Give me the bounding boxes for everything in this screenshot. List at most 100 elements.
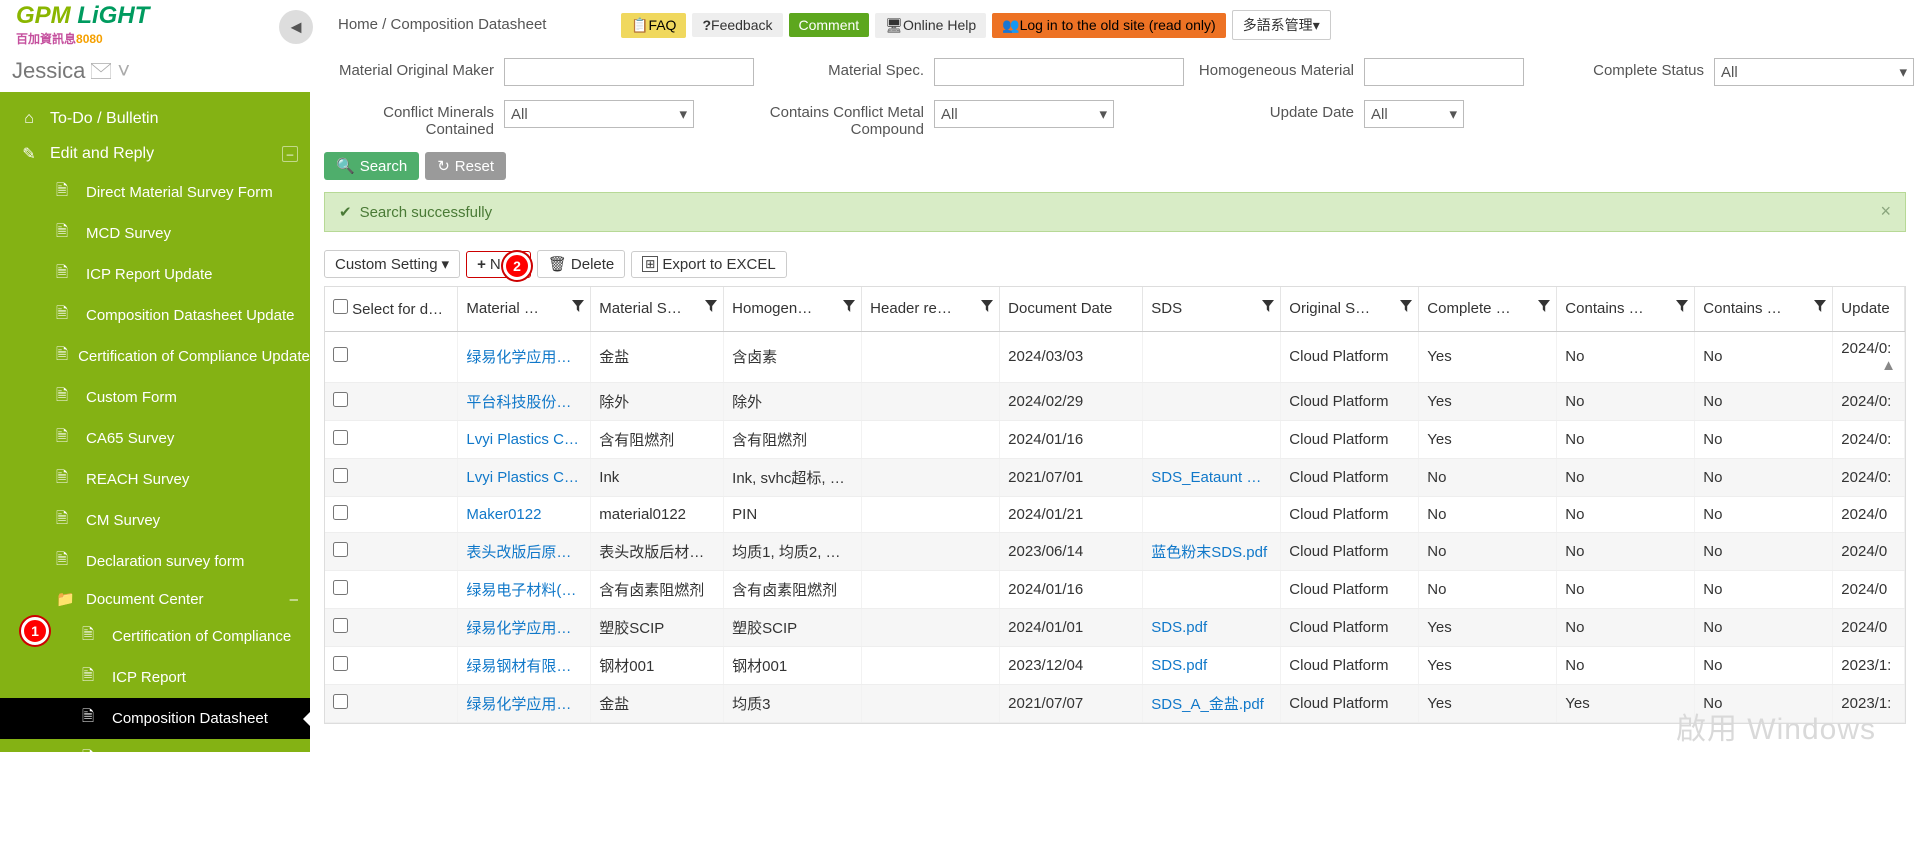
filter-icon[interactable] xyxy=(981,299,993,316)
filter-icon[interactable] xyxy=(1538,299,1550,316)
row-checkbox[interactable] xyxy=(333,505,348,520)
sds-link[interactable]: SDS.pdf xyxy=(1151,657,1207,674)
breadcrumb-home[interactable]: Home xyxy=(338,16,378,33)
maker-link[interactable]: Maker0122 xyxy=(466,506,541,523)
sidebar-item-dsf[interactable]: 🗎Declaration survey form xyxy=(0,541,310,582)
sidebar-item-reach[interactable]: 🗎REACH Survey xyxy=(0,459,310,500)
col-select[interactable]: Select for de… xyxy=(325,287,458,331)
sidebar-item-cocu[interactable]: 🗎Certification of Compliance Update xyxy=(0,336,310,377)
maker-link[interactable]: Lvyi Plastics C… xyxy=(466,431,579,448)
table-row[interactable]: Lvyi Plastics C…InkInk, svhc超标, …2021/07… xyxy=(325,458,1905,496)
row-checkbox[interactable] xyxy=(333,392,348,407)
sidebar-item-dms[interactable]: 🗎Direct Material Survey Form xyxy=(0,172,310,213)
sidebar-item-composition-datasheet[interactable]: 🗎Composition Datasheet xyxy=(0,698,310,739)
sidebar-item-todo[interactable]: ⌂To-Do / Bulletin xyxy=(0,102,310,136)
scroll-up-icon[interactable]: ▲ xyxy=(1881,357,1896,374)
sidebar-item-mcd[interactable]: 🗎MCD Survey xyxy=(0,213,310,254)
row-checkbox[interactable] xyxy=(333,656,348,671)
collapse-icon[interactable]: – xyxy=(282,146,298,162)
custom-setting-button[interactable]: Custom Setting▾ xyxy=(324,250,460,278)
comment-button[interactable]: Comment xyxy=(789,13,870,37)
maker-input[interactable] xyxy=(504,58,754,86)
table-row[interactable]: 平台科技股份…除外除外2024/02/29Cloud PlatformYesNo… xyxy=(325,382,1905,420)
table-row[interactable]: 绿易化学应用…金盐含卤素2024/03/03Cloud PlatformYesN… xyxy=(325,331,1905,382)
feedback-button[interactable]: ?Feedback xyxy=(692,13,782,37)
sidebar-item-icp[interactable]: 🗎ICP Report Update xyxy=(0,254,310,295)
filter-icon[interactable] xyxy=(1814,299,1826,316)
maker-link[interactable]: 绿易钢材有限… xyxy=(466,658,571,675)
col-sds[interactable]: SDS xyxy=(1143,287,1281,331)
sds-link[interactable]: SDS_A_金盐.pdf xyxy=(1151,696,1264,713)
maker-link[interactable]: 绿易化学应用… xyxy=(466,696,571,713)
table-row[interactable]: 绿易化学应用…金盐均质32021/07/07SDS_A_金盐.pdfCloud … xyxy=(325,684,1905,722)
sidebar-item-sys[interactable]: 🖥System Configuration– xyxy=(0,780,310,816)
login-old-site-button[interactable]: 👥Log in to the old site (read only) xyxy=(992,13,1226,38)
sds-link[interactable]: 蓝色粉末SDS.pdf xyxy=(1151,544,1267,561)
row-checkbox[interactable] xyxy=(333,468,348,483)
cmc-select[interactable]: All▾ xyxy=(504,100,694,128)
filter-icon[interactable] xyxy=(705,299,717,316)
sidebar-item-ca65[interactable]: 🗎CA65 Survey xyxy=(0,418,310,459)
maker-link[interactable]: Lvyi Plastics C… xyxy=(466,469,579,486)
sidebar-item-dc[interactable]: 📁Document Center– xyxy=(0,582,310,616)
sidebar-item-cdu[interactable]: 🗎Composition Datasheet Update xyxy=(0,295,310,336)
filter-icon[interactable] xyxy=(1676,299,1688,316)
maker-link[interactable]: 绿易化学应用… xyxy=(466,349,571,366)
row-checkbox[interactable] xyxy=(333,430,348,445)
maker-link[interactable]: 绿易化学应用… xyxy=(466,620,571,637)
table-row[interactable]: 绿易钢材有限…钢材001钢材0012023/12/04SDS.pdfCloud … xyxy=(325,646,1905,684)
filter-icon[interactable] xyxy=(572,299,584,316)
status-select[interactable]: All▾ xyxy=(1714,58,1914,86)
onlinehelp-button[interactable]: 🖥Online Help xyxy=(875,13,986,38)
select-all-checkbox[interactable] xyxy=(333,299,348,314)
col-c2[interactable]: Contains … xyxy=(1695,287,1833,331)
sds-link[interactable]: SDS_Eataunt … xyxy=(1151,469,1261,486)
search-button[interactable]: 🔍Search xyxy=(324,152,419,180)
col-hm[interactable]: Homogen… xyxy=(724,287,862,331)
col-maker[interactable]: Material … xyxy=(458,287,591,331)
row-checkbox[interactable] xyxy=(333,694,348,709)
back-button[interactable]: ◄ xyxy=(279,10,313,44)
ccmc-select[interactable]: All▾ xyxy=(934,100,1114,128)
sidebar-item-setup[interactable]: ⚙Setup xyxy=(0,816,310,850)
alert-close[interactable]: × xyxy=(1880,201,1891,222)
reset-button[interactable]: ↻Reset xyxy=(425,152,506,180)
maker-link[interactable]: 平台科技股份… xyxy=(466,394,571,411)
table-row[interactable]: 表头改版后原…表头改版后材…均质1, 均质2, …2023/06/14蓝色粉末S… xyxy=(325,532,1905,570)
col-c1[interactable]: Contains … xyxy=(1557,287,1695,331)
row-checkbox[interactable] xyxy=(333,347,348,362)
table-row[interactable]: 绿易化学应用…塑胶SCIP塑胶SCIP2024/01/01SDS.pdfClou… xyxy=(325,608,1905,646)
table-row[interactable]: Lvyi Plastics C…含有阻燃剂含有阻燃剂2024/01/16Clou… xyxy=(325,420,1905,458)
col-upd[interactable]: Update xyxy=(1833,287,1905,331)
col-cs[interactable]: Complete … xyxy=(1419,287,1557,331)
filter-icon[interactable] xyxy=(1400,299,1412,316)
row-checkbox[interactable] xyxy=(333,618,348,633)
row-checkbox[interactable] xyxy=(333,580,348,595)
hm-input[interactable] xyxy=(1364,58,1524,86)
ud-select[interactable]: All▾ xyxy=(1364,100,1464,128)
col-spec[interactable]: Material S… xyxy=(591,287,724,331)
table-row[interactable]: 绿易电子材料(…含有卤素阻燃剂含有卤素阻燃剂2024/01/16Cloud Pl… xyxy=(325,570,1905,608)
sidebar-item-edit[interactable]: ✎Edit and Reply– xyxy=(0,136,310,172)
export-button[interactable]: ⊞Export to EXCEL xyxy=(631,251,786,278)
sds-link[interactable]: SDS.pdf xyxy=(1151,619,1207,636)
spec-input[interactable] xyxy=(934,58,1184,86)
table-row[interactable]: Maker0122material0122PIN2024/01/21Cloud … xyxy=(325,496,1905,532)
language-dropdown[interactable]: 多語系管理▾ xyxy=(1232,10,1331,40)
maker-link[interactable]: 表头改版后原… xyxy=(466,544,571,561)
sidebar-item-docs[interactable]: 🗎Documents xyxy=(0,739,310,780)
filter-icon[interactable] xyxy=(1262,299,1274,316)
user-menu[interactable]: Jessica ˅ xyxy=(12,58,130,84)
faq-button[interactable]: 📋FAQ xyxy=(621,13,686,38)
filter-icon[interactable] xyxy=(843,299,855,316)
maker-link[interactable]: 绿易电子材料(… xyxy=(466,582,576,599)
sidebar-item-cf[interactable]: 🗎Custom Form xyxy=(0,377,310,418)
row-checkbox[interactable] xyxy=(333,542,348,557)
collapse-icon[interactable]: – xyxy=(282,790,298,806)
sidebar-item-icpr[interactable]: 🗎ICP Report xyxy=(0,657,310,698)
col-os[interactable]: Original S… xyxy=(1281,287,1419,331)
col-header[interactable]: Header re… xyxy=(862,287,1000,331)
sidebar-item-cm[interactable]: 🗎CM Survey xyxy=(0,500,310,541)
col-date[interactable]: Document Date xyxy=(1000,287,1143,331)
delete-button[interactable]: 🗑Delete xyxy=(537,250,625,278)
